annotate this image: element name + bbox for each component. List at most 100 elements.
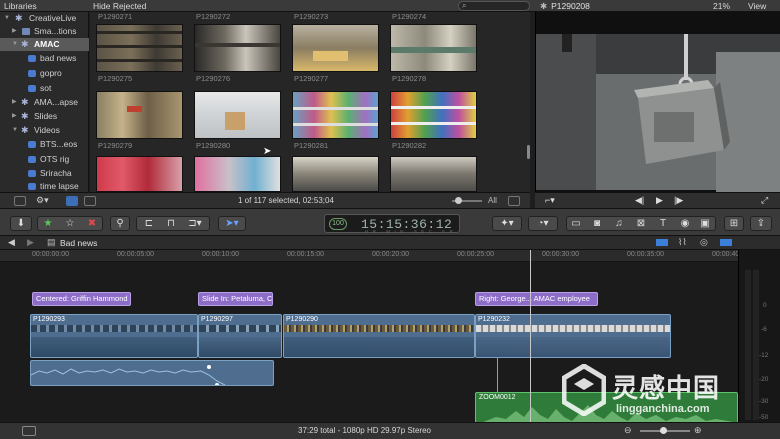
- fullscreen-icon[interactable]: ⤢: [761, 195, 768, 206]
- clip-thumbnail[interactable]: [390, 156, 477, 192]
- viewer[interactable]: [535, 12, 780, 192]
- sidebar-item-creativelive[interactable]: ▼ ✱ CreativeLive: [0, 12, 89, 25]
- watermark-title: 灵感中国: [612, 373, 721, 403]
- zoom-in-icon[interactable]: ⊕: [694, 425, 702, 436]
- clip-thumbnail[interactable]: [390, 91, 477, 139]
- clip-thumbnail[interactable]: [292, 156, 379, 192]
- ruler-label: 00:00:05:00: [117, 251, 154, 258]
- title-clip[interactable]: Right: George... AMAC employee: [475, 292, 598, 306]
- timeline-zoom-knob[interactable]: [660, 427, 667, 434]
- clip-appearance-button[interactable]: [508, 196, 520, 206]
- search-icon: ⌕: [462, 1, 467, 10]
- select-tool-button[interactable]: ➤▾: [218, 216, 246, 231]
- event-star-icon: ✱: [21, 125, 29, 135]
- clip-thumbnail[interactable]: [390, 24, 477, 72]
- filmstrip-view-button[interactable]: [66, 196, 78, 206]
- clip-duration-all[interactable]: All: [488, 196, 497, 205]
- clip-thumbnail[interactable]: [96, 156, 183, 192]
- sidebar-item-smartcollections[interactable]: ▶ Sma...tions: [0, 25, 89, 38]
- viewer-zoom-menu[interactable]: 21%: [713, 1, 730, 11]
- viewer-view-menu[interactable]: View: [748, 1, 766, 11]
- video-clip[interactable]: P1290232: [475, 314, 671, 358]
- clip-size-slider-knob[interactable]: [455, 197, 462, 204]
- clip-thumbnail[interactable]: [292, 24, 379, 72]
- clip-label: P1290280: [196, 141, 231, 150]
- sidebar-item-amac-timelapse[interactable]: ▶ ✱ AMA...apse: [0, 96, 89, 109]
- clip-thumbnail[interactable]: [96, 91, 183, 139]
- keyword-collection-icon: [28, 183, 36, 190]
- viewer-frame: [536, 12, 780, 192]
- sidebar-item-ots-rig[interactable]: OTS rig: [0, 153, 89, 166]
- title-clip[interactable]: Slide In: Petaluma, CA: [198, 292, 273, 306]
- sidebar-item-label: Sriracha: [40, 168, 72, 178]
- timeline-ruler[interactable]: 00:00:00:00 00:00:05:00 00:00:10:00 00:0…: [0, 250, 739, 262]
- disclosure-triangle-icon[interactable]: ▼: [12, 124, 18, 137]
- audio-clip[interactable]: [30, 360, 274, 386]
- disclosure-triangle-icon[interactable]: ▼: [4, 12, 10, 25]
- clip-thumbnail[interactable]: [194, 91, 281, 139]
- playhead[interactable]: [530, 250, 531, 422]
- clip-thumbnail[interactable]: [194, 24, 281, 72]
- rating-group: ★ ☆ ✖: [37, 216, 103, 231]
- timecode-display[interactable]: 100 15:15:36:12 HR MIN SEC FR: [324, 214, 460, 234]
- timeline-header: ◀ ▶ ▤ Bad news ⌇⌇ ◎: [0, 236, 780, 250]
- audio-skimming-icon[interactable]: ⌇⌇: [678, 237, 687, 248]
- timecode-percent: 100: [329, 218, 347, 230]
- watermark-url: lingganchina.com: [616, 403, 710, 415]
- libraries-sidebar: ▼ ✱ CreativeLive ▶ Sma...tions ▼ ✱ AMAC …: [0, 12, 89, 192]
- keyword-collection-icon: [28, 85, 36, 92]
- transitions-button[interactable]: ⊞: [724, 216, 744, 231]
- browser-search-field[interactable]: ⌕: [458, 1, 530, 11]
- video-clip[interactable]: P1290297: [198, 314, 282, 358]
- sidebar-item-sriracha[interactable]: Sriracha: [0, 167, 89, 180]
- gear-icon[interactable]: ⚙▾: [36, 195, 49, 206]
- video-clip[interactable]: P1290290: [283, 314, 475, 358]
- timeline-index-button[interactable]: [22, 426, 36, 436]
- sidebar-item-label: Videos: [34, 125, 60, 135]
- list-view-button[interactable]: [84, 196, 96, 206]
- clip-name: P1290293: [33, 316, 65, 323]
- toggle-libraries-button[interactable]: [14, 196, 26, 206]
- title-clip[interactable]: Centered: Griffin Hammond: [32, 292, 131, 306]
- edit-buttons-group: ⊏ ⊓ ⊐▾: [136, 216, 210, 231]
- clip-label: P1290271: [98, 12, 133, 21]
- sidebar-item-label: sot: [40, 83, 52, 93]
- disclosure-triangle-icon[interactable]: ▶: [12, 110, 17, 123]
- solo-icon[interactable]: ◎: [700, 237, 708, 248]
- skimming-icon[interactable]: [656, 239, 668, 246]
- snapping-icon[interactable]: [720, 239, 732, 246]
- sidebar-item-bad-news[interactable]: bad news: [0, 52, 89, 65]
- clip-thumbnail[interactable]: [292, 91, 379, 139]
- viewer-options-icon[interactable]: ⌐▾: [545, 195, 555, 206]
- meter-label: -50: [759, 414, 769, 421]
- video-clip[interactable]: P1290293: [30, 314, 198, 358]
- sidebar-item-label: Sma...tions: [34, 26, 77, 36]
- share-button[interactable]: ⇪: [750, 216, 772, 231]
- zoom-out-icon[interactable]: ⊖: [624, 425, 632, 436]
- browser-scrollbar[interactable]: [527, 145, 530, 159]
- sidebar-item-amac[interactable]: ▼ ✱ AMAC: [0, 38, 89, 51]
- sidebar-item-bts-videos[interactable]: BTS...eos: [0, 138, 89, 151]
- sidebar-item-gopro[interactable]: gopro: [0, 67, 89, 80]
- previous-frame-button[interactable]: ◀︎|: [635, 195, 644, 206]
- sidebar-item-videos[interactable]: ▼ ✱ Videos: [0, 124, 89, 137]
- disclosure-triangle-icon[interactable]: ▼: [12, 38, 18, 51]
- sidebar-item-label: OTS rig: [40, 154, 70, 164]
- clip-label: P1290272: [196, 12, 231, 21]
- clip-thumbnail[interactable]: [194, 156, 281, 192]
- next-frame-button[interactable]: |▶︎: [674, 195, 683, 206]
- browser-filter-menu[interactable]: Hide Rejected: [93, 1, 146, 11]
- sidebar-item-sot[interactable]: sot: [0, 82, 89, 95]
- clip-thumbnail[interactable]: [96, 24, 183, 72]
- disclosure-triangle-icon[interactable]: ▶: [12, 96, 17, 109]
- clip-label: P1290276: [196, 74, 231, 83]
- forward-arrow-icon[interactable]: ▶: [27, 237, 34, 248]
- sidebar-item-label: bad news: [40, 53, 77, 63]
- clip-name: P1290232: [478, 316, 510, 323]
- clip-name: P1290290: [286, 316, 318, 323]
- sidebar-item-slides[interactable]: ▶ ✱ Slides: [0, 110, 89, 123]
- disclosure-triangle-icon[interactable]: ▶: [12, 25, 17, 38]
- play-button[interactable]: ▶: [656, 195, 663, 206]
- clip-label: P1290282: [392, 141, 427, 150]
- back-arrow-icon[interactable]: ◀: [8, 237, 15, 248]
